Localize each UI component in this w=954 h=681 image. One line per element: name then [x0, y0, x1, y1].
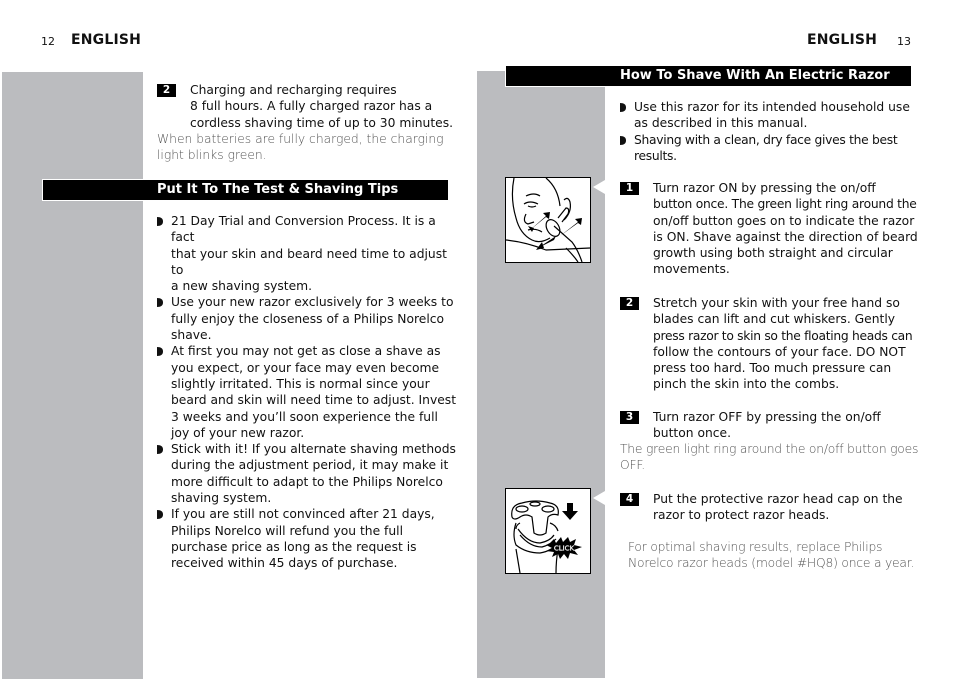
right-gray-panel: [477, 71, 605, 678]
text-line: The green light ring around the on/off b…: [620, 442, 919, 456]
text-line: during the adjustment period, it may mak…: [171, 458, 449, 473]
text-line: OFF.: [620, 458, 645, 473]
text-line: that your skin and beard need time to ad…: [171, 246, 447, 277]
charging-note: When batteries are fully charged, the ch…: [157, 131, 444, 164]
shaving-step-3: 3 Turn razor OFF by pressing the on/off …: [620, 409, 915, 443]
text-line: When batteries are fully charged, the ch…: [157, 132, 444, 146]
step-3-note: The green light ring around the on/off b…: [620, 441, 918, 474]
text-line: follow the contours of your face. DO NOT: [653, 344, 906, 359]
text-line: results.: [634, 148, 677, 163]
text-line: button once. The green light ring around…: [653, 197, 917, 212]
text-line: growth using both straight and circular: [653, 246, 893, 261]
razor-cap-illustration: CLICK: [505, 488, 591, 574]
text-line: Use this razor for its intended househol…: [634, 100, 910, 114]
tip-item: Stick with it! If you alternate shaving …: [157, 441, 457, 506]
text-line: 8 full hours. A fully charged razor has …: [190, 99, 433, 114]
illustration-pointer: [593, 180, 605, 194]
text-line: fully enjoy the closeness of a Philips N…: [171, 311, 445, 326]
text-line: shave.: [171, 328, 212, 343]
text-line: a new shaving system.: [171, 279, 313, 294]
step-number-badge: 1: [620, 182, 639, 195]
bullet-icon: [620, 135, 626, 145]
text-line: Stick with it! If you alternate shaving …: [171, 442, 456, 457]
shaving-step-4: 4 Put the protective razor head cap on t…: [620, 491, 915, 525]
intro-bullet-item: Use this razor for its intended househol…: [620, 99, 915, 132]
click-label: CLICK: [554, 545, 575, 553]
tip-item: If you are still not convinced after 21 …: [157, 506, 457, 571]
intro-bullet-list: Use this razor for its intended househol…: [620, 99, 915, 164]
text-line: more difficult to adapt to the Philips N…: [171, 474, 443, 489]
text-line: blades can lift and cut whiskers. Gently: [653, 312, 896, 327]
shaving-step-1: 1 Turn razor ON by pressing the on/off b…: [620, 180, 918, 280]
shaving-face-illustration: [505, 177, 591, 263]
text-line: button once.: [653, 426, 732, 441]
tip-item: Use your new razor exclusively for 3 wee…: [157, 294, 457, 343]
charging-step-text: Charging and recharging requires 8 full …: [190, 82, 453, 131]
text-line: press razor to skin so the floating head…: [653, 328, 913, 343]
text-line: Stretch your skin with your free hand so: [653, 296, 900, 310]
text-line: Philips Norelco will refund you the full: [171, 523, 404, 538]
replacement-note: For optimal shaving results, replace Phi…: [628, 539, 914, 572]
tip-item: At first you may not get as close a shav…: [157, 343, 457, 441]
step-number-badge: 3: [620, 411, 639, 424]
bullet-icon: [157, 347, 163, 357]
text-line: you expect, or your face may even become: [171, 360, 440, 375]
text-line: Norelco razor heads (model #HQ8) once a …: [628, 556, 915, 571]
text-line: pinch the skin into the combs.: [653, 377, 840, 392]
text-line: purchase price as long as the request is: [171, 539, 417, 554]
shaving-step-2: 2 Stretch your skin with your free hand …: [620, 295, 915, 395]
bullet-icon: [157, 445, 163, 455]
text-line: light blinks green.: [157, 148, 267, 163]
text-line: joy of your new razor.: [171, 425, 305, 440]
text-line: received within 45 days of purchase.: [171, 556, 398, 571]
text-line: Charging and recharging requires: [190, 83, 397, 97]
text-line: slightly irritated. This is normal since…: [171, 376, 430, 391]
text-line: beard and skin will need time to adjust.…: [171, 393, 457, 408]
charging-step: 2 Charging and recharging requires 8 ful…: [157, 82, 457, 134]
text-line: as described in this manual.: [634, 116, 808, 131]
text-line: razor to protect razor heads.: [653, 508, 830, 523]
step-number-badge: 2: [157, 84, 176, 97]
text-line: press too hard. Too much pressure can: [653, 361, 892, 376]
text-line: Use your new razor exclusively for 3 wee…: [171, 295, 454, 310]
section-title: How To Shave With An Electric Razor: [620, 68, 890, 83]
bullet-icon: [157, 217, 163, 226]
text-line: cordless shaving time of up to 30 minute…: [190, 115, 454, 130]
text-line: on/off button goes on to indicate the ra…: [653, 213, 915, 228]
face-shaving-icon: [505, 177, 591, 263]
text-line: Put the protective razor head cap on the: [653, 492, 903, 506]
bullet-icon: [620, 103, 626, 112]
illustration-pointer: [593, 491, 605, 505]
text-line: At first you may not get as close a shav…: [171, 344, 441, 359]
bullet-icon: [157, 298, 163, 308]
intro-bullet-item: Shaving with a clean, dry face gives the…: [620, 132, 915, 165]
text-line: Shaving with a clean, dry face gives the…: [634, 132, 898, 147]
left-gray-panel: [2, 72, 143, 679]
step-number-badge: 2: [620, 297, 639, 310]
click-burst-icon: CLICK: [546, 537, 582, 559]
section-header-how-to-shave: How To Shave With An Electric Razor: [506, 66, 911, 86]
tip-item: 21 Day Trial and Conversion Process. It …: [157, 213, 457, 294]
razor-cap-icon: CLICK: [511, 500, 582, 574]
left-running-head: ENGLISH: [71, 32, 142, 48]
section-header-shaving-tips: Put It To The Test & Shaving Tips: [43, 180, 448, 200]
shaving-tips-list: 21 Day Trial and Conversion Process. It …: [157, 213, 457, 572]
text-line: Turn razor OFF by pressing the on/off: [653, 410, 881, 424]
text-line: 21 Day Trial and Conversion Process. It …: [171, 214, 436, 245]
left-page-number: 12: [41, 35, 55, 48]
text-line: For optimal shaving results, replace Phi…: [628, 540, 883, 554]
right-page-number: 13: [897, 35, 911, 48]
text-line: shaving system.: [171, 491, 272, 506]
text-line: 3 weeks and you’ll soon experience the f…: [171, 409, 438, 424]
text-line: movements.: [653, 262, 730, 277]
bullet-icon: [157, 510, 163, 520]
step-number-badge: 4: [620, 493, 639, 506]
right-running-head: ENGLISH: [807, 32, 878, 48]
text-line: Turn razor ON by pressing the on/off: [653, 181, 876, 195]
section-title: Put It To The Test & Shaving Tips: [157, 182, 399, 197]
text-line: If you are still not convinced after 21 …: [171, 507, 435, 522]
text-line: is ON. Shave against the direction of be…: [653, 229, 918, 244]
